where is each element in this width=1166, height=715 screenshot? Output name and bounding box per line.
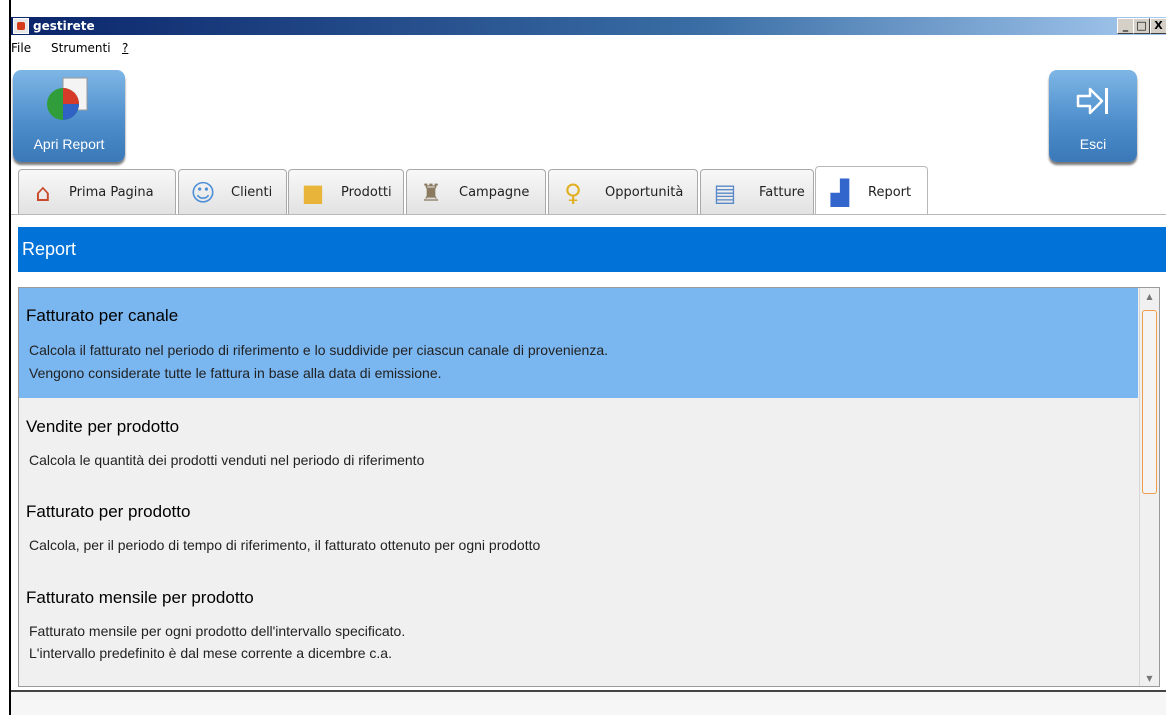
toolbar: Apri Report Esci xyxy=(11,60,1166,164)
tab-opportunita[interactable]: ♀ Opportunità xyxy=(548,169,698,214)
report-description: Calcola il fatturato nel periodo di rife… xyxy=(29,342,608,358)
close-button[interactable]: X xyxy=(1150,18,1166,34)
users-icon: ☺ xyxy=(190,179,216,207)
chart-icon: ▟ xyxy=(830,179,850,207)
report-description: L'intervallo predefinito è dal mese corr… xyxy=(29,645,392,661)
report-list[interactable]: Fatturato per canale Calcola il fatturat… xyxy=(18,287,1160,687)
report-title: Fatturato mensile per prodotto xyxy=(26,588,254,607)
scrollbar-thumb[interactable] xyxy=(1142,310,1157,494)
exit-arrow-icon xyxy=(1076,87,1108,115)
report-description: Calcola, per il periodo di tempo di rife… xyxy=(29,537,541,553)
list-item[interactable]: Fatturato per canale Calcola il fatturat… xyxy=(19,288,1138,398)
tab-clienti[interactable]: ☺ Clienti xyxy=(178,169,287,214)
document-icon: ▤ xyxy=(713,179,737,207)
menu-bar: File Strumenti ? xyxy=(11,37,1166,59)
status-bar xyxy=(11,690,1166,715)
open-report-label: Apri Report xyxy=(33,136,105,152)
tab-fatture[interactable]: ▤ Fatture xyxy=(700,169,814,214)
list-item[interactable]: Fatturato mensile per prodotto Fatturato… xyxy=(19,570,1138,686)
tab-report[interactable]: ▟ Report xyxy=(815,166,928,214)
java-app-icon xyxy=(13,18,29,34)
tab-label: Report xyxy=(868,185,912,200)
menu-file[interactable]: File xyxy=(11,37,31,59)
tab-label: Campagne xyxy=(459,185,530,200)
window-left-edge xyxy=(0,0,11,715)
box-icon: ■ xyxy=(301,179,325,207)
report-description: Vengono considerate tutte le fattura in … xyxy=(29,365,442,381)
window-title: gestirete xyxy=(33,19,95,33)
list-item[interactable]: Fatturato per prodotto Calcola, per il p… xyxy=(19,484,1138,570)
report-description: Fatturato mensile per ogni prodotto dell… xyxy=(29,623,406,639)
tab-label: Prima Pagina xyxy=(69,185,154,200)
tab-label: Opportunità xyxy=(605,185,684,200)
lightbulb-icon: ♀ xyxy=(564,179,582,207)
scroll-up-icon[interactable]: ▲ xyxy=(1143,291,1156,303)
tab-prima-pagina[interactable]: ⌂ Prima Pagina xyxy=(18,169,176,214)
maximize-button[interactable]: □ xyxy=(1133,18,1150,34)
vertical-scrollbar[interactable]: ▲ ▼ xyxy=(1139,288,1159,686)
tab-campagne[interactable]: ♜ Campagne xyxy=(406,169,546,214)
tab-bar: ⌂ Prima Pagina ☺ Clienti ■ Prodotti ♜ Ca… xyxy=(18,166,1166,215)
tab-underline xyxy=(11,214,1166,215)
title-bar[interactable]: gestirete _ □ X xyxy=(11,17,1166,35)
app-window: gestirete _ □ X File Strumenti ? Apri Re… xyxy=(0,0,1166,715)
minimize-button[interactable]: _ xyxy=(1117,18,1134,34)
tab-label: Prodotti xyxy=(341,185,392,200)
report-title: Vendite per prodotto xyxy=(26,417,180,436)
menu-strumenti[interactable]: Strumenti xyxy=(51,37,111,59)
tab-label: Clienti xyxy=(231,185,273,200)
report-description: Calcola le quantità dei prodotti venduti… xyxy=(29,452,425,468)
home-icon: ⌂ xyxy=(35,179,51,207)
tab-prodotti[interactable]: ■ Prodotti xyxy=(288,169,404,214)
section-title: Report xyxy=(22,239,77,259)
menu-help[interactable]: ? xyxy=(122,37,128,59)
open-report-button[interactable]: Apri Report xyxy=(13,70,125,162)
exit-button[interactable]: Esci xyxy=(1049,70,1137,162)
report-title: Fatturato per prodotto xyxy=(26,502,191,521)
scroll-down-icon[interactable]: ▼ xyxy=(1143,673,1156,685)
pie-chart-icon xyxy=(47,77,88,120)
chess-piece-icon: ♜ xyxy=(420,179,442,207)
section-header: Report xyxy=(18,227,1166,272)
list-item[interactable]: Vendite per prodotto Calcola le quantità… xyxy=(19,398,1138,484)
exit-label: Esci xyxy=(1079,136,1107,152)
report-title: Fatturato per canale xyxy=(26,306,179,325)
tab-label: Fatture xyxy=(759,185,805,200)
